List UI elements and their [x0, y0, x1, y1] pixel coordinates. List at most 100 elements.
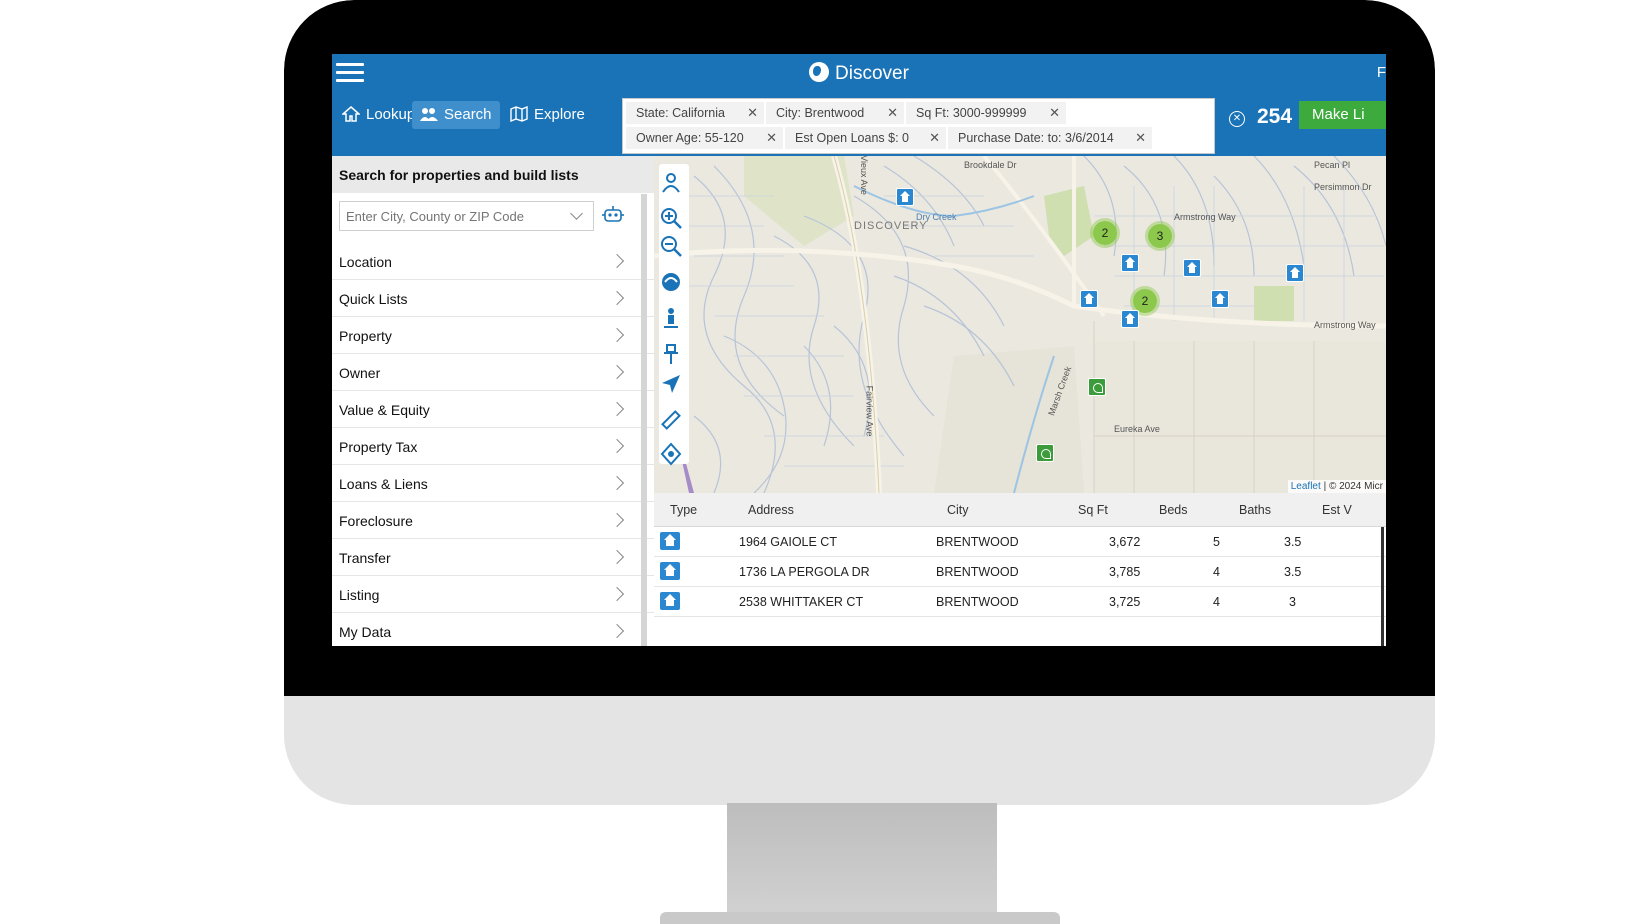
filter-chip[interactable]: Owner Age: 55-120 ✕ — [626, 127, 783, 149]
results-count-value: 254 — [1257, 105, 1293, 128]
menu-item-location[interactable]: Location — [332, 243, 654, 280]
map-street-label: Persimmon Dr — [1314, 182, 1372, 192]
menu-item-label: Owner — [339, 365, 381, 381]
menu-item-property[interactable]: Property — [332, 317, 654, 354]
column-header[interactable]: Baths — [1239, 503, 1271, 517]
filter-chip[interactable]: City: Brentwood ✕ — [766, 102, 904, 124]
search-people-icon — [420, 108, 438, 121]
table-header: Type Address City Sq Ft Beds Baths Est V — [654, 493, 1386, 527]
table-row[interactable]: 1964 GAIOLE CT BRENTWOOD 3,672 5 3.5 — [654, 527, 1386, 557]
city-cell: BRENTWOOD — [936, 565, 1019, 579]
house-marker-icon[interactable] — [1286, 264, 1304, 282]
map-street-label: Armstrong Way — [1314, 320, 1376, 330]
land-marker-icon[interactable] — [1036, 444, 1054, 462]
filter-chip-label: Owner Age: 55-120 — [636, 131, 744, 145]
location-search-input[interactable] — [339, 201, 594, 231]
clear-filters-icon[interactable]: ✕ — [1229, 111, 1245, 127]
map-street-label: Armstrong Way — [1174, 212, 1236, 222]
zoom-in-icon[interactable] — [659, 206, 683, 230]
chevron-right-icon — [609, 290, 625, 306]
remove-filter-icon[interactable]: ✕ — [1049, 102, 1060, 124]
table-row[interactable]: 1736 LA PERGOLA DR BRENTWOOD 3,785 4 3.5 — [654, 557, 1386, 587]
house-marker-icon[interactable] — [1080, 290, 1098, 308]
menu-item-loans-liens[interactable]: Loans & Liens — [332, 465, 654, 502]
menu-item-listing[interactable]: Listing — [332, 576, 654, 613]
remove-filter-icon[interactable]: ✕ — [766, 127, 777, 149]
menu-item-owner[interactable]: Owner — [332, 354, 654, 391]
map-copyright: | © 2024 Micr — [1323, 481, 1383, 492]
make-list-button[interactable]: Make Li — [1299, 101, 1386, 129]
street-view-icon[interactable] — [659, 306, 683, 330]
tab-search[interactable]: Search — [412, 101, 500, 129]
tab-search-label: Search — [444, 106, 492, 123]
chevron-right-icon — [609, 512, 625, 528]
person-icon[interactable] — [659, 170, 683, 194]
leaflet-link[interactable]: Leaflet — [1291, 481, 1321, 492]
remove-filter-icon[interactable]: ✕ — [887, 102, 898, 124]
pin-icon[interactable] — [659, 342, 683, 366]
globe-icon — [809, 62, 830, 82]
menu-item-property-tax[interactable]: Property Tax — [332, 428, 654, 465]
map-cluster-marker[interactable]: 2 — [1090, 218, 1120, 248]
map-cluster-marker[interactable]: 3 — [1145, 221, 1175, 251]
filter-chip[interactable]: State: California ✕ — [626, 102, 764, 124]
monitor-stand — [727, 803, 997, 919]
remove-filter-icon[interactable]: ✕ — [747, 102, 758, 124]
filter-chip-label: Est Open Loans $: 0 — [795, 131, 909, 145]
search-panel: Search for properties and build lists Lo… — [332, 156, 654, 646]
results-table: Type Address City Sq Ft Beds Baths Est V… — [654, 493, 1386, 646]
layers-icon[interactable] — [659, 270, 683, 294]
baths-cell: 3.5 — [1284, 535, 1302, 549]
remove-filter-icon[interactable]: ✕ — [929, 127, 940, 149]
robot-icon[interactable] — [602, 205, 624, 223]
tab-explore-label: Explore — [534, 106, 585, 123]
filter-chip[interactable]: Est Open Loans $: 0 ✕ — [785, 127, 946, 149]
menu-item-label: Foreclosure — [339, 513, 413, 529]
menu-item-value-equity[interactable]: Value & Equity — [332, 391, 654, 428]
menu-item-label: Transfer — [339, 550, 391, 566]
zoom-out-icon[interactable] — [659, 234, 683, 258]
house-marker-icon[interactable] — [1121, 310, 1139, 328]
filter-chip[interactable]: Purchase Date: to: 3/6/2014 ✕ — [948, 127, 1152, 149]
tab-explore[interactable]: Explore — [502, 101, 593, 129]
filter-chip[interactable]: Sq Ft: 3000-999999 ✕ — [906, 102, 1066, 124]
house-marker-icon[interactable] — [896, 188, 914, 206]
house-marker-icon[interactable] — [1183, 259, 1201, 277]
column-header[interactable]: Type — [670, 503, 697, 517]
locate-icon[interactable] — [659, 442, 683, 466]
remove-filter-icon[interactable]: ✕ — [1135, 127, 1146, 149]
app-title: Discover — [332, 62, 1386, 85]
table-scrollbar[interactable] — [1381, 527, 1384, 646]
column-header[interactable]: City — [947, 503, 969, 517]
menu-item-label: Value & Equity — [339, 402, 430, 418]
column-header[interactable]: Est V — [1322, 503, 1352, 517]
land-marker-icon[interactable] — [1088, 378, 1106, 396]
header-right-text[interactable]: F — [1377, 64, 1386, 81]
chevron-right-icon — [609, 549, 625, 565]
menu-item-my-data[interactable]: My Data — [332, 613, 654, 646]
map-street-label: Eureka Ave — [1114, 424, 1160, 434]
filter-chip-label: City: Brentwood — [776, 106, 865, 120]
ruler-icon[interactable] — [659, 408, 683, 432]
filter-category-menu: Location Quick Lists Property Owner Value & … — [332, 243, 654, 646]
menu-item-label: My Data — [339, 624, 392, 640]
house-marker-icon[interactable] — [1121, 254, 1139, 272]
panel-scrollbar[interactable] — [641, 194, 647, 646]
menu-item-quick-lists[interactable]: Quick Lists — [332, 280, 654, 317]
tab-lookup[interactable]: Lookup — [334, 101, 423, 129]
map-place-label: DISCOVERY — [854, 220, 928, 232]
table-row[interactable]: 2538 WHITTAKER CT BRENTWOOD 3,725 4 3 — [654, 587, 1386, 617]
map-attribution: Leaflet | © 2024 Micr — [1287, 480, 1386, 493]
map-street-label: Vieux Ave — [858, 156, 869, 195]
map-view[interactable]: Brookdale Dr Vieux Ave Dry Creek DISCOVE… — [654, 156, 1386, 493]
sqft-cell: 3,725 — [1109, 595, 1141, 609]
house-marker-icon[interactable] — [1211, 290, 1229, 308]
column-header[interactable]: Address — [748, 503, 794, 517]
menu-item-foreclosure[interactable]: Foreclosure — [332, 502, 654, 539]
location-search-row — [332, 193, 654, 243]
menu-item-transfer[interactable]: Transfer — [332, 539, 654, 576]
filter-chip-label: Sq Ft: 3000-999999 — [916, 106, 1027, 120]
navigate-icon[interactable] — [659, 372, 683, 396]
column-header[interactable]: Beds — [1159, 503, 1188, 517]
column-header[interactable]: Sq Ft — [1078, 503, 1108, 517]
